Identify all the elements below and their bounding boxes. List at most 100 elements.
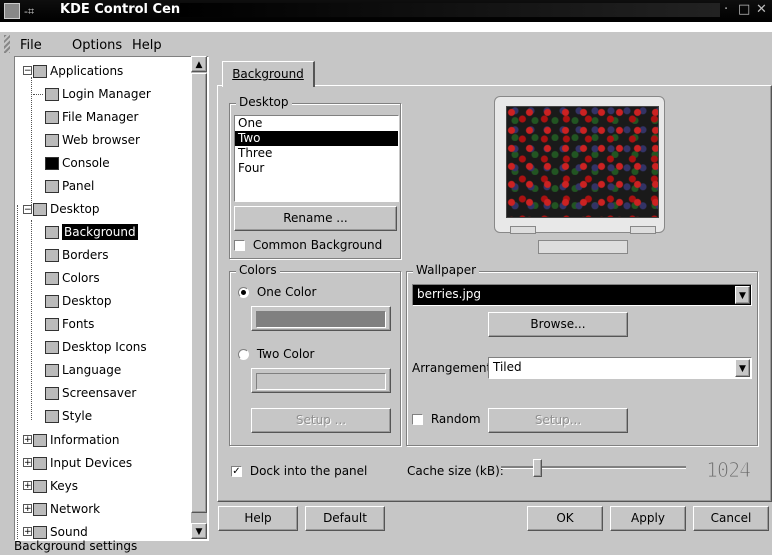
network-icon: [33, 503, 47, 516]
style-icon: [45, 410, 59, 423]
collapse-desktop[interactable]: −: [23, 205, 32, 215]
tree-item-login-manager[interactable]: Login Manager: [45, 84, 151, 104]
cache-size-label: Cache size (kB):: [407, 464, 504, 478]
color1-swatch: [256, 311, 386, 328]
tree-item-console[interactable]: Console: [45, 153, 110, 173]
tree-item-style[interactable]: Style: [45, 406, 92, 426]
tree-item-fonts[interactable]: Fonts: [45, 314, 94, 334]
status-bar: Background settings: [0, 538, 772, 555]
module-tree[interactable]: − Applications Login Manager File Manage…: [14, 56, 209, 541]
desktop-list-item[interactable]: Three: [235, 146, 398, 161]
combo-arrow-icon[interactable]: ▼: [735, 359, 750, 377]
maximize-button[interactable]: □: [738, 2, 750, 17]
color1-button[interactable]: [251, 306, 391, 331]
tree-item-desktop-sub[interactable]: Desktop: [45, 291, 112, 311]
random-check[interactable]: [412, 414, 423, 425]
wallpaper-combo[interactable]: berries.jpg ▼: [412, 284, 752, 306]
tree-item-keys[interactable]: Keys: [33, 476, 78, 496]
pin-icon[interactable]: -⌗: [24, 5, 34, 19]
tree-item-information[interactable]: Information: [33, 430, 119, 450]
tree-item-screensaver[interactable]: Screensaver: [45, 383, 136, 403]
minimize-button[interactable]: ·: [724, 2, 728, 17]
status-text: Background settings: [14, 539, 138, 553]
combo-arrow-icon[interactable]: ▼: [735, 286, 750, 304]
scroll-up-arrow-icon[interactable]: ▲: [191, 56, 207, 72]
random-checkbox[interactable]: Random: [412, 412, 481, 426]
dock-check[interactable]: ✓: [231, 466, 242, 477]
screensaver-icon: [45, 387, 59, 400]
title-bar[interactable]: -⌗ KDE Control Center · □ ✕: [0, 0, 772, 32]
colors-setup-button[interactable]: Setup ...: [251, 408, 391, 433]
collapse-applications[interactable]: −: [23, 66, 32, 76]
wallpaper-setup-button[interactable]: Setup...: [488, 408, 628, 433]
desktop-list-item[interactable]: Four: [235, 161, 398, 176]
login-manager-icon: [45, 88, 59, 101]
tree-item-desktop[interactable]: Desktop: [33, 199, 100, 219]
expand-information[interactable]: +: [23, 435, 32, 445]
applications-icon: [33, 65, 47, 78]
desktop-list-item[interactable]: One: [235, 116, 398, 131]
tree-item-language[interactable]: Language: [45, 360, 121, 380]
tree-item-applications[interactable]: Applications: [33, 61, 123, 81]
dock-checkbox[interactable]: ✓ Dock into the panel: [231, 464, 367, 478]
keys-icon: [33, 480, 47, 493]
desktop-list[interactable]: One Two Three Four: [234, 115, 399, 202]
close-button[interactable]: ✕: [756, 2, 767, 17]
tree-item-background[interactable]: Background: [45, 222, 138, 242]
cancel-button[interactable]: Cancel: [693, 506, 769, 531]
expand-sound[interactable]: +: [23, 527, 32, 537]
help-button[interactable]: Help: [218, 506, 298, 531]
tab-background[interactable]: Background: [222, 61, 315, 87]
desktop-icons-icon: [45, 341, 59, 354]
language-icon: [45, 364, 59, 377]
common-background-checkbox[interactable]: Common Background: [234, 238, 382, 252]
wallpaper-group-label: Wallpaper: [413, 263, 480, 277]
arrangement-combo[interactable]: Tiled ▼: [488, 357, 752, 379]
expand-network[interactable]: +: [23, 504, 32, 514]
color2-swatch: [256, 373, 386, 390]
one-color-radio[interactable]: One Color: [238, 285, 316, 299]
cache-size-lcd: 1024: [705, 458, 751, 483]
scroll-thumb[interactable]: [191, 73, 207, 513]
cache-slider-track[interactable]: [501, 466, 686, 469]
desktop-icon: [33, 203, 47, 216]
monitor-button-left: [510, 226, 536, 234]
one-color-radio-dot[interactable]: [238, 287, 249, 298]
menu-grip[interactable]: [4, 35, 10, 53]
tree-item-desktop-icons[interactable]: Desktop Icons: [45, 337, 147, 357]
expand-keys[interactable]: +: [23, 481, 32, 491]
tree-item-colors[interactable]: Colors: [45, 268, 100, 288]
cache-slider-thumb[interactable]: [533, 459, 542, 477]
background-icon: [45, 226, 59, 239]
monitor-button-right: [630, 226, 656, 234]
desktop-window-icon: [45, 295, 59, 308]
arrangement-label: Arrangement:: [412, 361, 496, 375]
tree-item-web-browser[interactable]: Web browser: [45, 130, 140, 150]
two-color-radio[interactable]: Two Color: [238, 347, 314, 361]
tree-item-file-manager[interactable]: File Manager: [45, 107, 139, 127]
app-icon[interactable]: [4, 3, 20, 19]
borders-icon: [45, 249, 59, 262]
two-color-radio-dot[interactable]: [238, 349, 249, 360]
expand-input-devices[interactable]: +: [23, 458, 32, 468]
tree-item-input-devices[interactable]: Input Devices: [33, 453, 132, 473]
tree-item-network[interactable]: Network: [33, 499, 100, 519]
scroll-down-arrow-icon[interactable]: ▼: [191, 523, 207, 539]
tree-item-borders[interactable]: Borders: [45, 245, 108, 265]
default-button[interactable]: Default: [305, 506, 385, 531]
desktop-group-label: Desktop: [236, 95, 292, 109]
rename-button[interactable]: Rename ...: [234, 206, 397, 231]
apply-button[interactable]: Apply: [610, 506, 686, 531]
web-browser-icon: [45, 134, 59, 147]
desktop-list-item[interactable]: Two: [235, 131, 398, 146]
file-manager-icon: [45, 111, 59, 124]
monitor-stand: [538, 240, 628, 254]
input-devices-icon: [33, 457, 47, 470]
browse-button[interactable]: Browse...: [488, 312, 628, 337]
tree-scrollbar[interactable]: ▲ ▼: [191, 56, 207, 539]
ok-button[interactable]: OK: [527, 506, 603, 531]
menu-bar: File Options Help: [0, 32, 772, 54]
tree-item-panel[interactable]: Panel: [45, 176, 94, 196]
common-background-check[interactable]: [234, 240, 245, 251]
color2-button[interactable]: [251, 368, 391, 393]
